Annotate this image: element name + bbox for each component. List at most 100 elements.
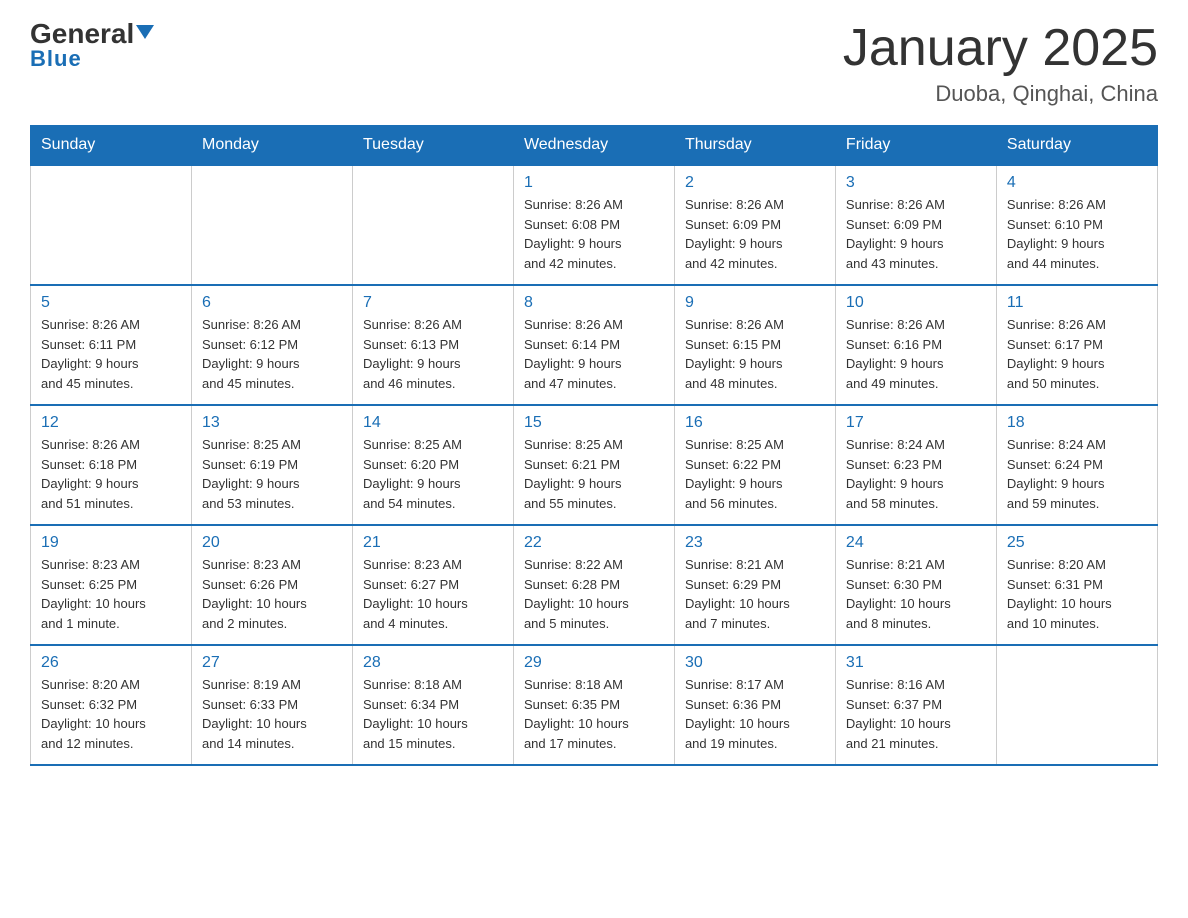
column-header-tuesday: Tuesday: [352, 126, 513, 166]
day-info: Sunrise: 8:24 AMSunset: 6:23 PMDaylight:…: [846, 435, 986, 513]
day-info: Sunrise: 8:26 AMSunset: 6:08 PMDaylight:…: [524, 195, 664, 273]
day-info: Sunrise: 8:20 AMSunset: 6:31 PMDaylight:…: [1007, 555, 1147, 633]
calendar-cell: 9 Sunrise: 8:26 AMSunset: 6:15 PMDaylight…: [674, 285, 835, 405]
calendar-cell: 11 Sunrise: 8:26 AMSunset: 6:17 PMDayligh…: [996, 285, 1157, 405]
calendar-cell: 20 Sunrise: 8:23 AMSunset: 6:26 PMDayligh…: [191, 525, 352, 645]
calendar-subtitle: Duoba, Qinghai, China: [843, 81, 1158, 107]
logo-general: General: [30, 20, 154, 48]
day-number: 19: [41, 534, 181, 552]
calendar-cell: [352, 165, 513, 285]
calendar-cell: [996, 645, 1157, 765]
day-number: 31: [846, 654, 986, 672]
calendar-cell: 3 Sunrise: 8:26 AMSunset: 6:09 PMDaylight…: [835, 165, 996, 285]
day-info: Sunrise: 8:20 AMSunset: 6:32 PMDaylight:…: [41, 675, 181, 753]
calendar-cell: 27Sunrise: 8:19 AMSunset: 6:33 PMDayligh…: [191, 645, 352, 765]
day-number: 10: [846, 294, 986, 312]
title-block: January 2025 Duoba, Qinghai, China: [843, 20, 1158, 107]
day-info: Sunrise: 8:21 AMSunset: 6:29 PMDaylight:…: [685, 555, 825, 633]
day-info: Sunrise: 8:26 AMSunset: 6:09 PMDaylight:…: [846, 195, 986, 273]
day-number: 20: [202, 534, 342, 552]
day-number: 25: [1007, 534, 1147, 552]
day-number: 14: [363, 414, 503, 432]
column-header-thursday: Thursday: [674, 126, 835, 166]
calendar-week-row: 1 Sunrise: 8:26 AMSunset: 6:08 PMDaylight…: [31, 165, 1158, 285]
calendar-title: January 2025: [843, 20, 1158, 77]
calendar-week-row: 26Sunrise: 8:20 AMSunset: 6:32 PMDayligh…: [31, 645, 1158, 765]
day-info: Sunrise: 8:26 AMSunset: 6:16 PMDaylight:…: [846, 315, 986, 393]
day-number: 1: [524, 174, 664, 192]
logo-blue: Blue: [30, 46, 82, 72]
day-info: Sunrise: 8:26 AMSunset: 6:17 PMDaylight:…: [1007, 315, 1147, 393]
calendar-cell: [31, 165, 192, 285]
day-info: Sunrise: 8:26 AMSunset: 6:09 PMDaylight:…: [685, 195, 825, 273]
day-info: Sunrise: 8:26 AMSunset: 6:10 PMDaylight:…: [1007, 195, 1147, 273]
day-number: 3: [846, 174, 986, 192]
calendar-cell: [191, 165, 352, 285]
day-number: 5: [41, 294, 181, 312]
calendar-cell: 16 Sunrise: 8:25 AMSunset: 6:22 PMDayligh…: [674, 405, 835, 525]
calendar-cell: 26Sunrise: 8:20 AMSunset: 6:32 PMDayligh…: [31, 645, 192, 765]
day-info: Sunrise: 8:23 AMSunset: 6:27 PMDaylight:…: [363, 555, 503, 633]
day-number: 22: [524, 534, 664, 552]
calendar-cell: 28Sunrise: 8:18 AMSunset: 6:34 PMDayligh…: [352, 645, 513, 765]
day-number: 9: [685, 294, 825, 312]
calendar-cell: 2 Sunrise: 8:26 AMSunset: 6:09 PMDaylight…: [674, 165, 835, 285]
day-info: Sunrise: 8:25 AMSunset: 6:21 PMDaylight:…: [524, 435, 664, 513]
day-info: Sunrise: 8:18 AMSunset: 6:34 PMDaylight:…: [363, 675, 503, 753]
calendar-cell: 29 Sunrise: 8:18 AMSunset: 6:35 PMDayligh…: [513, 645, 674, 765]
calendar-cell: 7Sunrise: 8:26 AMSunset: 6:13 PMDaylight…: [352, 285, 513, 405]
day-number: 12: [41, 414, 181, 432]
calendar-cell: 31 Sunrise: 8:16 AMSunset: 6:37 PMDayligh…: [835, 645, 996, 765]
calendar-cell: 12 Sunrise: 8:26 AMSunset: 6:18 PMDayligh…: [31, 405, 192, 525]
day-info: Sunrise: 8:21 AMSunset: 6:30 PMDaylight:…: [846, 555, 986, 633]
day-info: Sunrise: 8:26 AMSunset: 6:11 PMDaylight:…: [41, 315, 181, 393]
column-header-monday: Monday: [191, 126, 352, 166]
logo-triangle-icon: [136, 25, 154, 39]
calendar-cell: 24 Sunrise: 8:21 AMSunset: 6:30 PMDayligh…: [835, 525, 996, 645]
day-number: 23: [685, 534, 825, 552]
column-header-friday: Friday: [835, 126, 996, 166]
day-number: 4: [1007, 174, 1147, 192]
calendar-week-row: 5 Sunrise: 8:26 AMSunset: 6:11 PMDaylight…: [31, 285, 1158, 405]
day-info: Sunrise: 8:23 AMSunset: 6:25 PMDaylight:…: [41, 555, 181, 633]
day-info: Sunrise: 8:26 AMSunset: 6:13 PMDaylight:…: [363, 315, 503, 393]
day-number: 24: [846, 534, 986, 552]
day-number: 11: [1007, 294, 1147, 312]
day-number: 21: [363, 534, 503, 552]
page-header: General Blue January 2025 Duoba, Qinghai…: [30, 20, 1158, 107]
day-number: 16: [685, 414, 825, 432]
column-header-wednesday: Wednesday: [513, 126, 674, 166]
calendar-cell: 4 Sunrise: 8:26 AMSunset: 6:10 PMDaylight…: [996, 165, 1157, 285]
day-info: Sunrise: 8:26 AMSunset: 6:18 PMDaylight:…: [41, 435, 181, 513]
calendar-cell: 18 Sunrise: 8:24 AMSunset: 6:24 PMDayligh…: [996, 405, 1157, 525]
day-info: Sunrise: 8:26 AMSunset: 6:15 PMDaylight:…: [685, 315, 825, 393]
day-number: 30: [685, 654, 825, 672]
day-number: 29: [524, 654, 664, 672]
day-number: 18: [1007, 414, 1147, 432]
calendar-cell: 25 Sunrise: 8:20 AMSunset: 6:31 PMDayligh…: [996, 525, 1157, 645]
calendar-cell: 21 Sunrise: 8:23 AMSunset: 6:27 PMDayligh…: [352, 525, 513, 645]
day-number: 13: [202, 414, 342, 432]
day-info: Sunrise: 8:26 AMSunset: 6:14 PMDaylight:…: [524, 315, 664, 393]
calendar-week-row: 12 Sunrise: 8:26 AMSunset: 6:18 PMDayligh…: [31, 405, 1158, 525]
day-info: Sunrise: 8:25 AMSunset: 6:22 PMDaylight:…: [685, 435, 825, 513]
calendar-cell: 13 Sunrise: 8:25 AMSunset: 6:19 PMDayligh…: [191, 405, 352, 525]
calendar-table: SundayMondayTuesdayWednesdayThursdayFrid…: [30, 125, 1158, 766]
day-number: 2: [685, 174, 825, 192]
day-info: Sunrise: 8:23 AMSunset: 6:26 PMDaylight:…: [202, 555, 342, 633]
calendar-cell: 15Sunrise: 8:25 AMSunset: 6:21 PMDayligh…: [513, 405, 674, 525]
day-info: Sunrise: 8:18 AMSunset: 6:35 PMDaylight:…: [524, 675, 664, 753]
day-number: 17: [846, 414, 986, 432]
day-info: Sunrise: 8:16 AMSunset: 6:37 PMDaylight:…: [846, 675, 986, 753]
day-number: 8: [524, 294, 664, 312]
calendar-cell: 14Sunrise: 8:25 AMSunset: 6:20 PMDayligh…: [352, 405, 513, 525]
calendar-cell: 5 Sunrise: 8:26 AMSunset: 6:11 PMDaylight…: [31, 285, 192, 405]
logo: General Blue: [30, 20, 154, 72]
day-info: Sunrise: 8:17 AMSunset: 6:36 PMDaylight:…: [685, 675, 825, 753]
calendar-cell: 19 Sunrise: 8:23 AMSunset: 6:25 PMDayligh…: [31, 525, 192, 645]
day-info: Sunrise: 8:19 AMSunset: 6:33 PMDaylight:…: [202, 675, 342, 753]
day-info: Sunrise: 8:25 AMSunset: 6:19 PMDaylight:…: [202, 435, 342, 513]
day-info: Sunrise: 8:24 AMSunset: 6:24 PMDaylight:…: [1007, 435, 1147, 513]
day-number: 6: [202, 294, 342, 312]
column-header-sunday: Sunday: [31, 126, 192, 166]
